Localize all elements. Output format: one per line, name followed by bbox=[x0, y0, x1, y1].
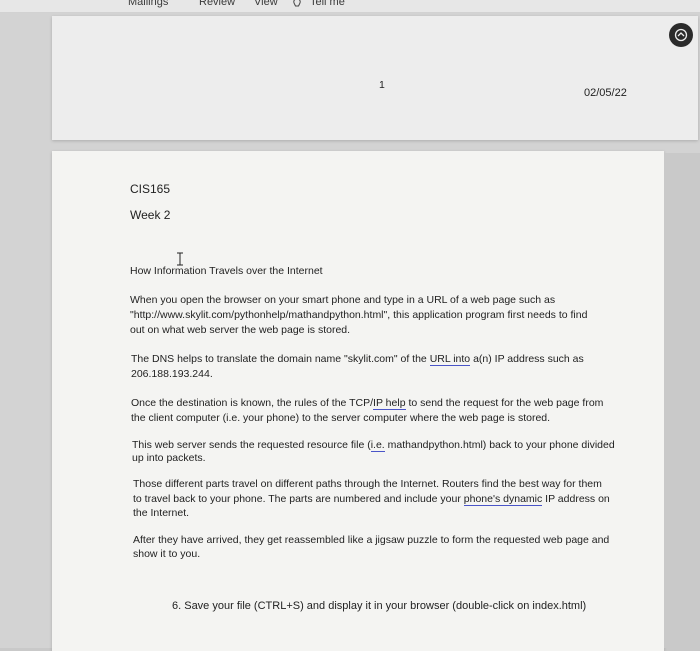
tab-view[interactable]: View bbox=[254, 0, 278, 8]
paragraph-6-line-1: After they have arrived, they get reasse… bbox=[133, 534, 610, 546]
ribbon-bar: Mailings Review View Tell me bbox=[0, 0, 700, 13]
header-date: 02/05/22 bbox=[584, 87, 627, 99]
spellcheck-underline[interactable]: URL into bbox=[429, 353, 471, 366]
share-button[interactable] bbox=[669, 23, 693, 47]
spellcheck-underline[interactable]: phone's dynamic bbox=[463, 493, 543, 506]
paragraph-1-line-1: When you open the browser on your smart … bbox=[130, 294, 556, 306]
paragraph-1-line-3: out on what web server the web page is s… bbox=[130, 324, 351, 336]
paragraph-3-line-2: the client computer (i.e. your phone) to… bbox=[131, 412, 551, 424]
spellcheck-underline[interactable]: IP help bbox=[373, 397, 406, 410]
spellcheck-underline[interactable]: i.e. bbox=[370, 439, 385, 452]
share-icon bbox=[674, 28, 688, 42]
tell-me-search[interactable]: Tell me bbox=[310, 0, 345, 8]
scroll-area bbox=[664, 153, 700, 648]
paragraph-1-line-2: "http://www.skylit.com/pythonhelp/mathan… bbox=[130, 309, 588, 321]
course-title: CIS165 bbox=[130, 182, 171, 196]
section-heading: How Information Travels over the Interne… bbox=[130, 265, 323, 277]
paragraph-6-line-2: show it to you. bbox=[133, 548, 201, 560]
paragraph-5-line-1: Those different parts travel on differen… bbox=[133, 478, 602, 490]
tab-review[interactable]: Review bbox=[199, 0, 235, 8]
lightbulb-icon bbox=[293, 0, 301, 7]
paragraph-3-line-1: Once the destination is known, the rules… bbox=[131, 397, 604, 410]
paragraph-2-line-2: 206.188.193.244. bbox=[131, 368, 213, 380]
paragraph-5-line-2: to travel back to your phone. The parts … bbox=[133, 493, 610, 506]
tab-mailings[interactable]: Mailings bbox=[128, 0, 168, 8]
step-6-instruction: 6. Save your file (CTRL+S) and display i… bbox=[172, 600, 587, 612]
paragraph-5-line-3: the Internet. bbox=[133, 507, 190, 519]
paragraph-4-line-2: up into packets. bbox=[132, 452, 206, 464]
page-number: 1 bbox=[379, 79, 385, 91]
document-page-1: 1 02/05/22 bbox=[52, 16, 698, 140]
week-label: Week 2 bbox=[130, 208, 171, 222]
paragraph-2-line-1: The DNS helps to translate the domain na… bbox=[131, 353, 584, 366]
